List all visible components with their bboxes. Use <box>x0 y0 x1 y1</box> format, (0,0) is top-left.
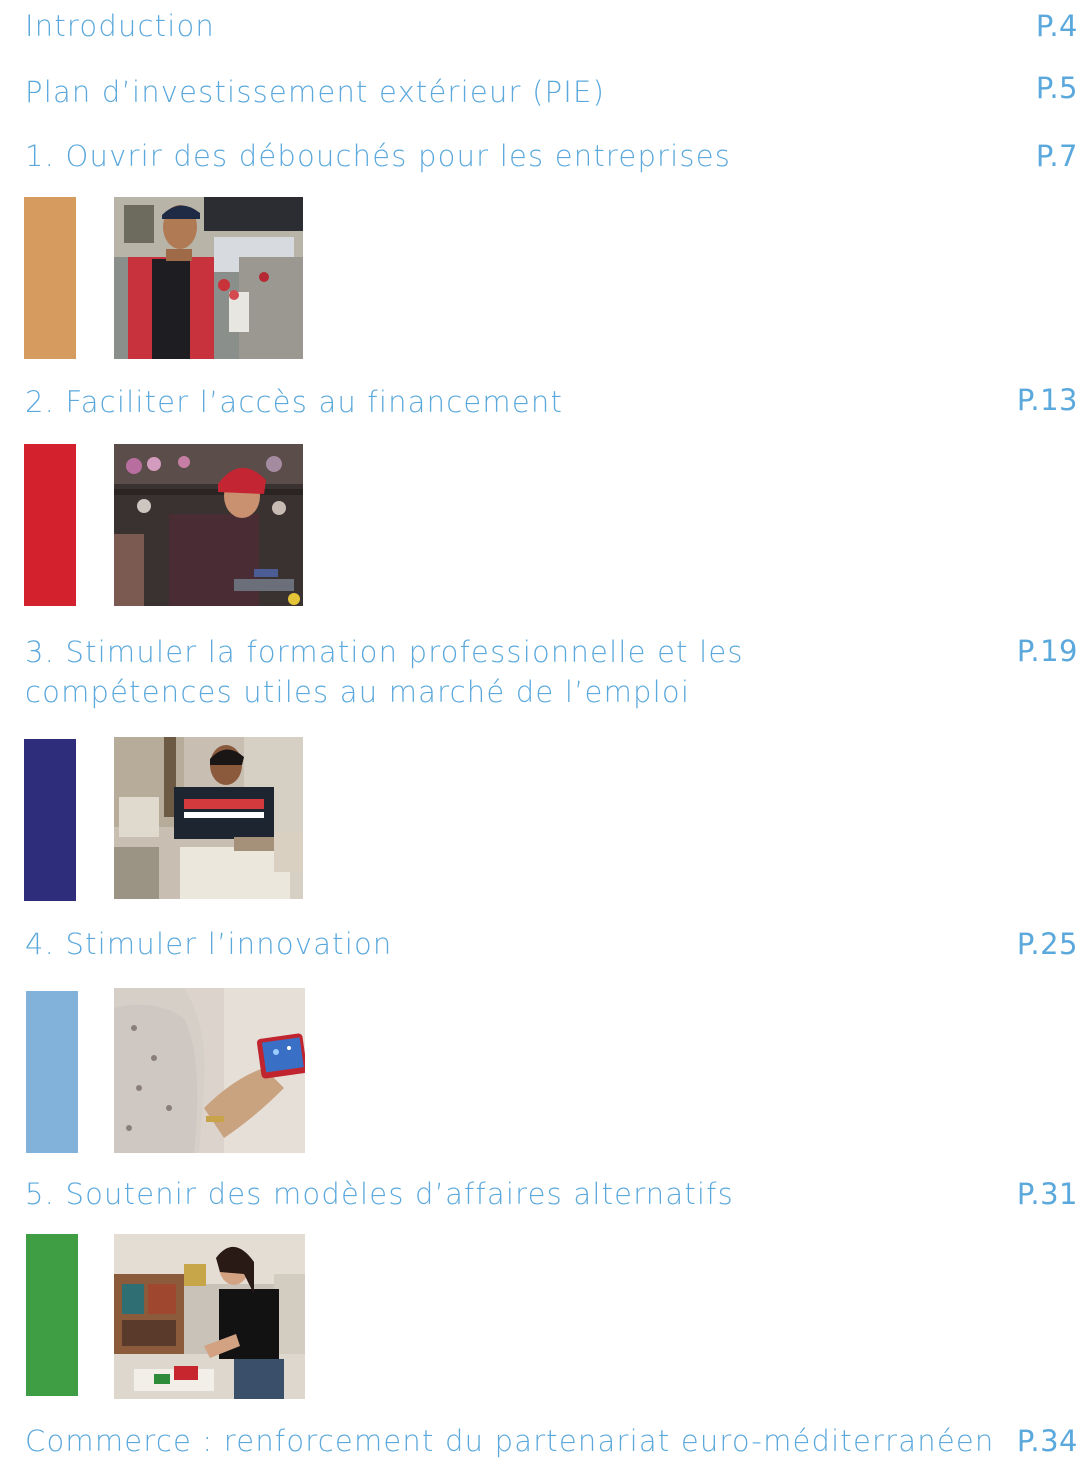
section-1-color-bar <box>24 197 76 359</box>
woman-glass-crafting-photo <box>114 444 303 606</box>
toc-title-section-3[interactable]: 3. Stimuler la formation professionnelle… <box>25 632 925 712</box>
toc-page-section-1: P.7 <box>1035 139 1078 173</box>
section-3-color-bar <box>24 739 76 901</box>
toc-page-commerce: P.34 <box>1016 1424 1078 1458</box>
toc-page-section-2: P.13 <box>1016 383 1078 417</box>
toc-title-section-1[interactable]: 1. Ouvrir des débouchés pour les entrepr… <box>25 136 731 176</box>
woman-smartphone-photo <box>114 988 305 1153</box>
toc-title-introduction[interactable]: Introduction <box>25 6 215 46</box>
section-2-color-bar <box>24 444 76 606</box>
section-4-color-bar <box>26 991 78 1153</box>
toc-page-section-5: P.31 <box>1016 1177 1078 1211</box>
toc-title-pie[interactable]: Plan d’investissement extérieur (PIE) <box>25 72 605 112</box>
toc-title-section-2[interactable]: 2. Faciliter l’accès au financement <box>25 382 563 422</box>
woman-craft-workshop-photo <box>114 1234 305 1399</box>
toc-title-section-5[interactable]: 5. Soutenir des modèles d’affaires alter… <box>25 1174 734 1214</box>
toc-title-commerce[interactable]: Commerce : renforcement du partenariat e… <box>25 1421 995 1461</box>
young-stonemason-photo <box>114 737 303 899</box>
toc-page-pie: P.5 <box>1035 71 1078 105</box>
man-selling-flowers-photo <box>114 197 303 359</box>
section-5-color-bar <box>26 1234 78 1396</box>
toc-title-section-4[interactable]: 4. Stimuler l’innovation <box>25 924 393 964</box>
toc-page-introduction: P.4 <box>1035 9 1078 43</box>
toc-page-section-4: P.25 <box>1016 927 1078 961</box>
toc-page-section-3: P.19 <box>1016 634 1078 668</box>
